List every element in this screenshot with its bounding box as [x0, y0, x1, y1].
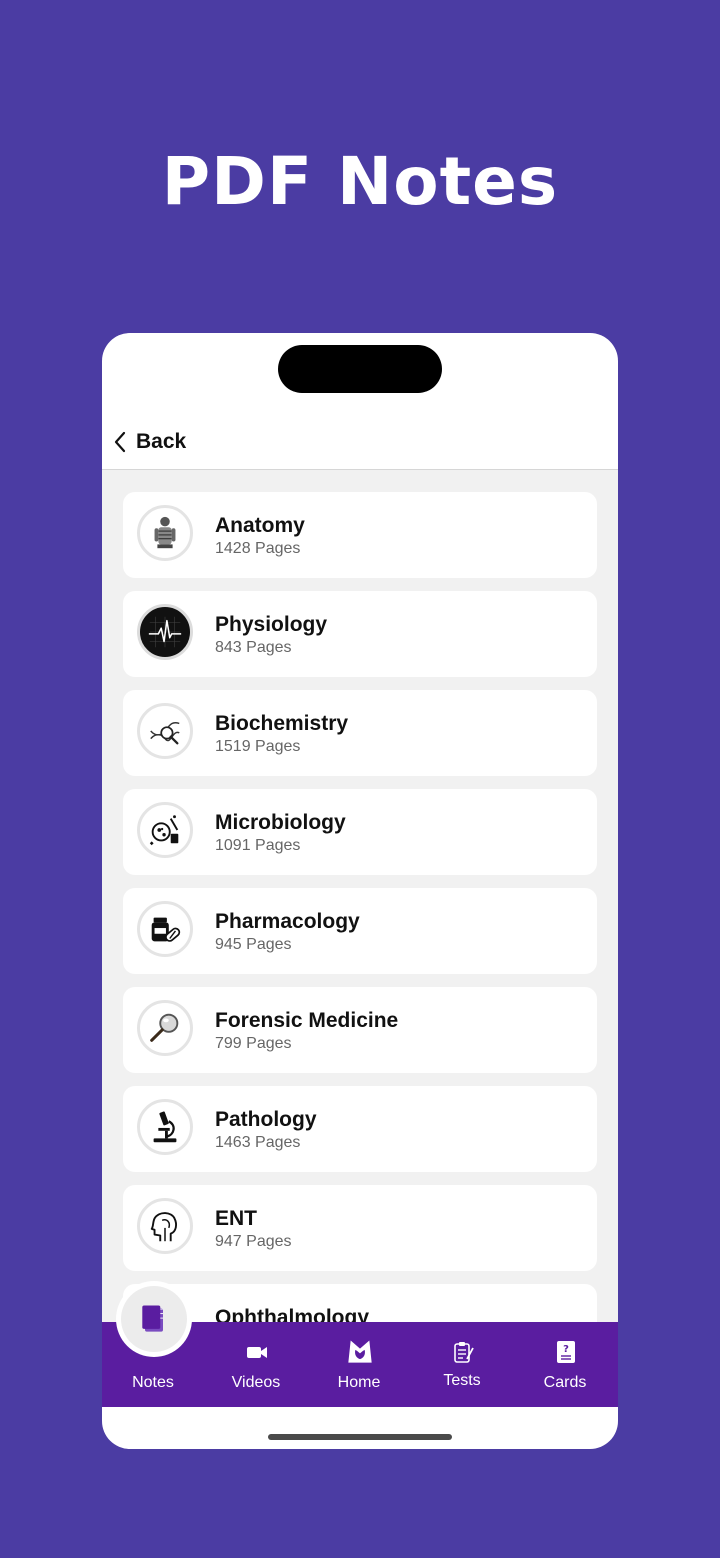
subject-title: Ophthalmology	[215, 1306, 369, 1322]
magnifying-glass-icon	[137, 1000, 193, 1056]
subject-title: Pathology	[215, 1108, 317, 1131]
subject-title: Biochemistry	[215, 712, 349, 735]
svg-text:?: ?	[563, 1344, 569, 1355]
question-card-icon: ?	[557, 1341, 575, 1363]
subject-page-count: 799 Pages	[215, 1035, 292, 1052]
head-profile-icon	[137, 1198, 193, 1254]
subject-card-pathology[interactable]: Pathology 1463 Pages	[123, 1086, 597, 1172]
subject-card-ent[interactable]: ENT 947 Pages	[123, 1185, 597, 1271]
back-label: Back	[136, 430, 187, 453]
subject-card-ophthalmology[interactable]: Ophthalmology	[123, 1284, 597, 1322]
phone-frame: Back Anatomy 1428 Pages Physiology 843 P…	[102, 333, 618, 1449]
tab-cards[interactable]: ? Cards	[515, 1322, 615, 1407]
subject-title: Forensic Medicine	[215, 1009, 399, 1032]
tab-label: Cards	[543, 1374, 587, 1391]
subject-title: Anatomy	[215, 514, 305, 537]
subject-list[interactable]: Anatomy 1428 Pages Physiology 843 Pages	[102, 470, 618, 1322]
tab-label: Notes	[132, 1374, 174, 1391]
notes-bubble-inner	[121, 1286, 187, 1352]
subject-page-count: 1091 Pages	[215, 837, 301, 854]
subject-card-pharmacology[interactable]: Pharmacology 945 Pages	[123, 888, 597, 974]
subject-page-count: 945 Pages	[215, 936, 292, 953]
subject-card-microbiology[interactable]: Microbiology 1091 Pages	[123, 789, 597, 875]
tab-videos[interactable]: Videos	[206, 1322, 306, 1407]
notebook-stack-icon	[142, 1305, 163, 1332]
heartbeat-monitor-icon	[137, 604, 193, 660]
subject-card-forensic-medicine[interactable]: Forensic Medicine 799 Pages	[123, 987, 597, 1073]
subject-title: Microbiology	[215, 811, 346, 834]
tab-home[interactable]: Home	[309, 1322, 409, 1407]
subject-card-physiology[interactable]: Physiology 843 Pages	[123, 591, 597, 677]
subject-card-anatomy[interactable]: Anatomy 1428 Pages	[123, 492, 597, 578]
tab-label: Tests	[443, 1372, 481, 1389]
subject-title: ENT	[215, 1207, 257, 1230]
petri-dish-icon	[137, 802, 193, 858]
subject-card-biochemistry[interactable]: Biochemistry 1519 Pages	[123, 690, 597, 776]
subject-page-count: 1463 Pages	[215, 1134, 301, 1151]
page-headline: PDF Notes	[161, 143, 559, 220]
dna-magnifier-icon	[137, 703, 193, 759]
skeleton-torso-icon	[137, 505, 193, 561]
microscope-icon	[137, 1099, 193, 1155]
tab-label: Videos	[231, 1374, 281, 1391]
subject-page-count: 1428 Pages	[215, 540, 301, 557]
clipboard-test-icon	[454, 1342, 474, 1363]
subject-page-count: 1519 Pages	[215, 738, 301, 755]
subject-page-count: 947 Pages	[215, 1233, 292, 1250]
subject-title: Physiology	[215, 613, 328, 636]
video-camera-icon	[247, 1347, 267, 1358]
tab-tests[interactable]: Tests	[412, 1322, 512, 1407]
home-logo-icon	[348, 1340, 372, 1363]
chevron-left-icon	[114, 431, 126, 453]
notes-tab-active-bubble[interactable]	[116, 1281, 192, 1357]
home-indicator[interactable]	[268, 1434, 452, 1440]
subject-page-count: 843 Pages	[215, 639, 292, 656]
subject-title: Pharmacology	[215, 910, 360, 933]
pill-bottle-icon	[137, 901, 193, 957]
tab-label: Home	[337, 1374, 381, 1391]
back-button[interactable]: Back	[114, 427, 186, 457]
dynamic-island	[278, 345, 442, 393]
navigation-bar: Back	[102, 413, 618, 470]
